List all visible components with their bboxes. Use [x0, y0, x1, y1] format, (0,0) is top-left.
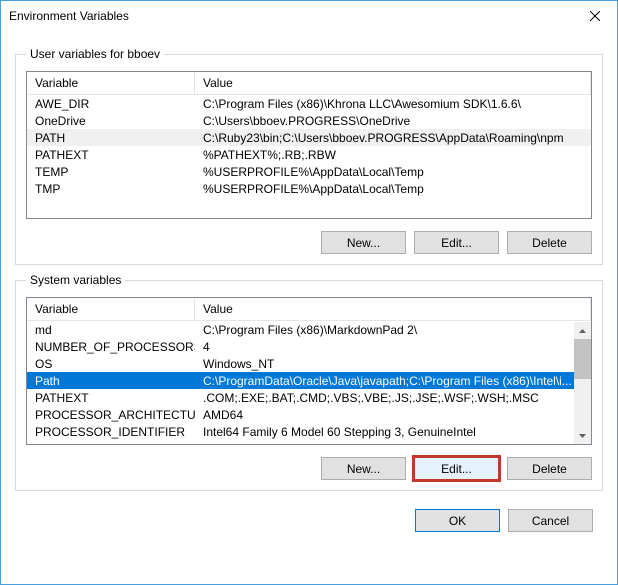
cell-value: C:\Program Files (x86)\MarkdownPad 2\: [195, 323, 591, 337]
column-value[interactable]: Value: [195, 72, 591, 94]
cell-value: C:\Users\bboev.PROGRESS\OneDrive: [195, 114, 591, 128]
scrollbar-vertical[interactable]: [574, 322, 591, 444]
table-header: Variable Value: [27, 298, 591, 321]
system-variables-group: System variables Variable Value mdC:\Pro…: [15, 273, 603, 491]
ok-button[interactable]: OK: [415, 509, 500, 532]
scroll-down-button[interactable]: [574, 427, 591, 444]
system-table-body: mdC:\Program Files (x86)\MarkdownPad 2\N…: [27, 321, 591, 440]
system-variables-table[interactable]: Variable Value mdC:\Program Files (x86)\…: [26, 297, 592, 445]
cell-value: C:\ProgramData\Oracle\Java\javapath;C:\P…: [195, 374, 591, 388]
cell-value: AMD64: [195, 408, 591, 422]
user-edit-button[interactable]: Edit...: [414, 231, 499, 254]
close-button[interactable]: [572, 1, 617, 31]
cell-value: Windows_NT: [195, 357, 591, 371]
window-title: Environment Variables: [9, 9, 572, 23]
table-row[interactable]: mdC:\Program Files (x86)\MarkdownPad 2\: [27, 321, 591, 338]
table-row[interactable]: PROCESSOR_ARCHITECTUREAMD64: [27, 406, 591, 423]
table-row[interactable]: AWE_DIRC:\Program Files (x86)\Khrona LLC…: [27, 95, 591, 112]
user-new-button[interactable]: New...: [321, 231, 406, 254]
cell-variable: PROCESSOR_IDENTIFIER: [27, 425, 195, 439]
user-table-body: AWE_DIRC:\Program Files (x86)\Khrona LLC…: [27, 95, 591, 197]
table-row[interactable]: PATHEXT%PATHEXT%;.RB;.RBW: [27, 146, 591, 163]
system-new-button[interactable]: New...: [321, 457, 406, 480]
cell-value: Intel64 Family 6 Model 60 Stepping 3, Ge…: [195, 425, 591, 439]
column-value[interactable]: Value: [195, 298, 591, 320]
system-delete-button[interactable]: Delete: [507, 457, 592, 480]
dialog-button-row: OK Cancel: [15, 509, 603, 532]
table-row[interactable]: PathC:\ProgramData\Oracle\Java\javapath;…: [27, 372, 591, 389]
column-variable[interactable]: Variable: [27, 72, 195, 94]
scroll-up-button[interactable]: [574, 322, 591, 339]
close-icon: [590, 11, 600, 21]
table-row[interactable]: OneDriveC:\Users\bboev.PROGRESS\OneDrive: [27, 112, 591, 129]
table-row[interactable]: TEMP%USERPROFILE%\AppData\Local\Temp: [27, 163, 591, 180]
cell-variable: TEMP: [27, 165, 195, 179]
cell-variable: PATHEXT: [27, 148, 195, 162]
cell-variable: md: [27, 323, 195, 337]
cell-value: 4: [195, 340, 591, 354]
cancel-button[interactable]: Cancel: [508, 509, 593, 532]
cell-variable: OS: [27, 357, 195, 371]
cell-variable: OneDrive: [27, 114, 195, 128]
cell-value: C:\Ruby23\bin;C:\Users\bboev.PROGRESS\Ap…: [195, 131, 591, 145]
user-variables-group: User variables for bboev Variable Value …: [15, 47, 603, 265]
cell-variable: NUMBER_OF_PROCESSORS: [27, 340, 195, 354]
table-row[interactable]: OSWindows_NT: [27, 355, 591, 372]
cell-variable: PATH: [27, 131, 195, 145]
table-row[interactable]: TMP%USERPROFILE%\AppData\Local\Temp: [27, 180, 591, 197]
table-row[interactable]: PATHC:\Ruby23\bin;C:\Users\bboev.PROGRES…: [27, 129, 591, 146]
cell-variable: AWE_DIR: [27, 97, 195, 111]
user-variables-legend: User variables for bboev: [26, 47, 164, 61]
table-row[interactable]: NUMBER_OF_PROCESSORS4: [27, 338, 591, 355]
table-row[interactable]: PATHEXT.COM;.EXE;.BAT;.CMD;.VBS;.VBE;.JS…: [27, 389, 591, 406]
cell-variable: TMP: [27, 182, 195, 196]
cell-variable: PROCESSOR_ARCHITECTURE: [27, 408, 195, 422]
chevron-down-icon: [579, 434, 586, 438]
chevron-up-icon: [579, 329, 586, 333]
scroll-thumb[interactable]: [574, 339, 591, 379]
dialog-content: User variables for bboev Variable Value …: [1, 31, 617, 584]
cell-value: .COM;.EXE;.BAT;.CMD;.VBS;.VBE;.JS;.JSE;.…: [195, 391, 591, 405]
env-variables-dialog: Environment Variables User variables for…: [0, 0, 618, 585]
column-variable[interactable]: Variable: [27, 298, 195, 320]
user-delete-button[interactable]: Delete: [507, 231, 592, 254]
system-button-row: New... Edit... Delete: [26, 457, 592, 480]
cell-value: %USERPROFILE%\AppData\Local\Temp: [195, 165, 591, 179]
cell-value: %PATHEXT%;.RB;.RBW: [195, 148, 591, 162]
cell-value: C:\Program Files (x86)\Khrona LLC\Awesom…: [195, 97, 591, 111]
cell-value: %USERPROFILE%\AppData\Local\Temp: [195, 182, 591, 196]
table-row[interactable]: PROCESSOR_IDENTIFIERIntel64 Family 6 Mod…: [27, 423, 591, 440]
titlebar: Environment Variables: [1, 1, 617, 31]
scroll-track[interactable]: [574, 379, 591, 427]
user-variables-table[interactable]: Variable Value AWE_DIRC:\Program Files (…: [26, 71, 592, 219]
cell-variable: PATHEXT: [27, 391, 195, 405]
system-edit-button[interactable]: Edit...: [414, 457, 499, 480]
user-button-row: New... Edit... Delete: [26, 231, 592, 254]
system-variables-legend: System variables: [26, 273, 125, 287]
table-header: Variable Value: [27, 72, 591, 95]
cell-variable: Path: [27, 374, 195, 388]
